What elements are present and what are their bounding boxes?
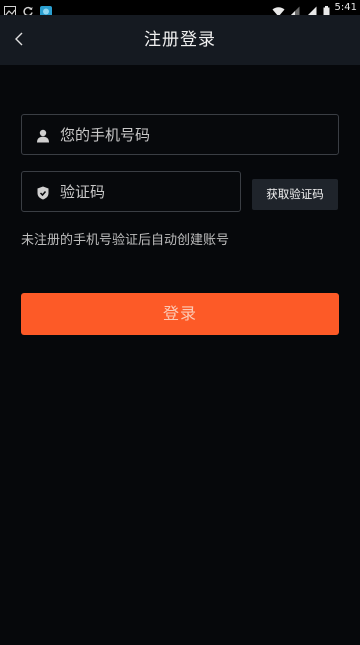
auto-register-hint: 未注册的手机号验证后自动创建账号 [21,233,230,248]
status-time: 5:41 [334,2,357,13]
code-field[interactable] [21,171,241,212]
code-input[interactable] [60,182,240,201]
status-bar-left [0,2,52,17]
status-bar-right: 5:41 [272,2,360,17]
wifi-icon [272,2,285,17]
page-title: 注册登录 [144,30,216,50]
signal-icon [306,2,318,17]
phone-input[interactable] [60,125,338,144]
sync-icon [22,2,34,17]
login-button[interactable]: 登录 [21,293,339,335]
app-icon [40,2,52,17]
battery-icon [323,2,330,17]
signal-icon [289,2,301,17]
status-bar: 5:41 [0,0,360,17]
phone-field[interactable] [21,114,339,155]
user-icon [36,128,50,142]
image-icon [4,2,16,17]
get-code-button[interactable]: 获取验证码 [252,179,338,210]
chevron-left-icon [14,31,24,50]
back-button[interactable] [4,25,34,55]
shield-icon [36,185,50,199]
header: 注册登录 [0,15,360,65]
